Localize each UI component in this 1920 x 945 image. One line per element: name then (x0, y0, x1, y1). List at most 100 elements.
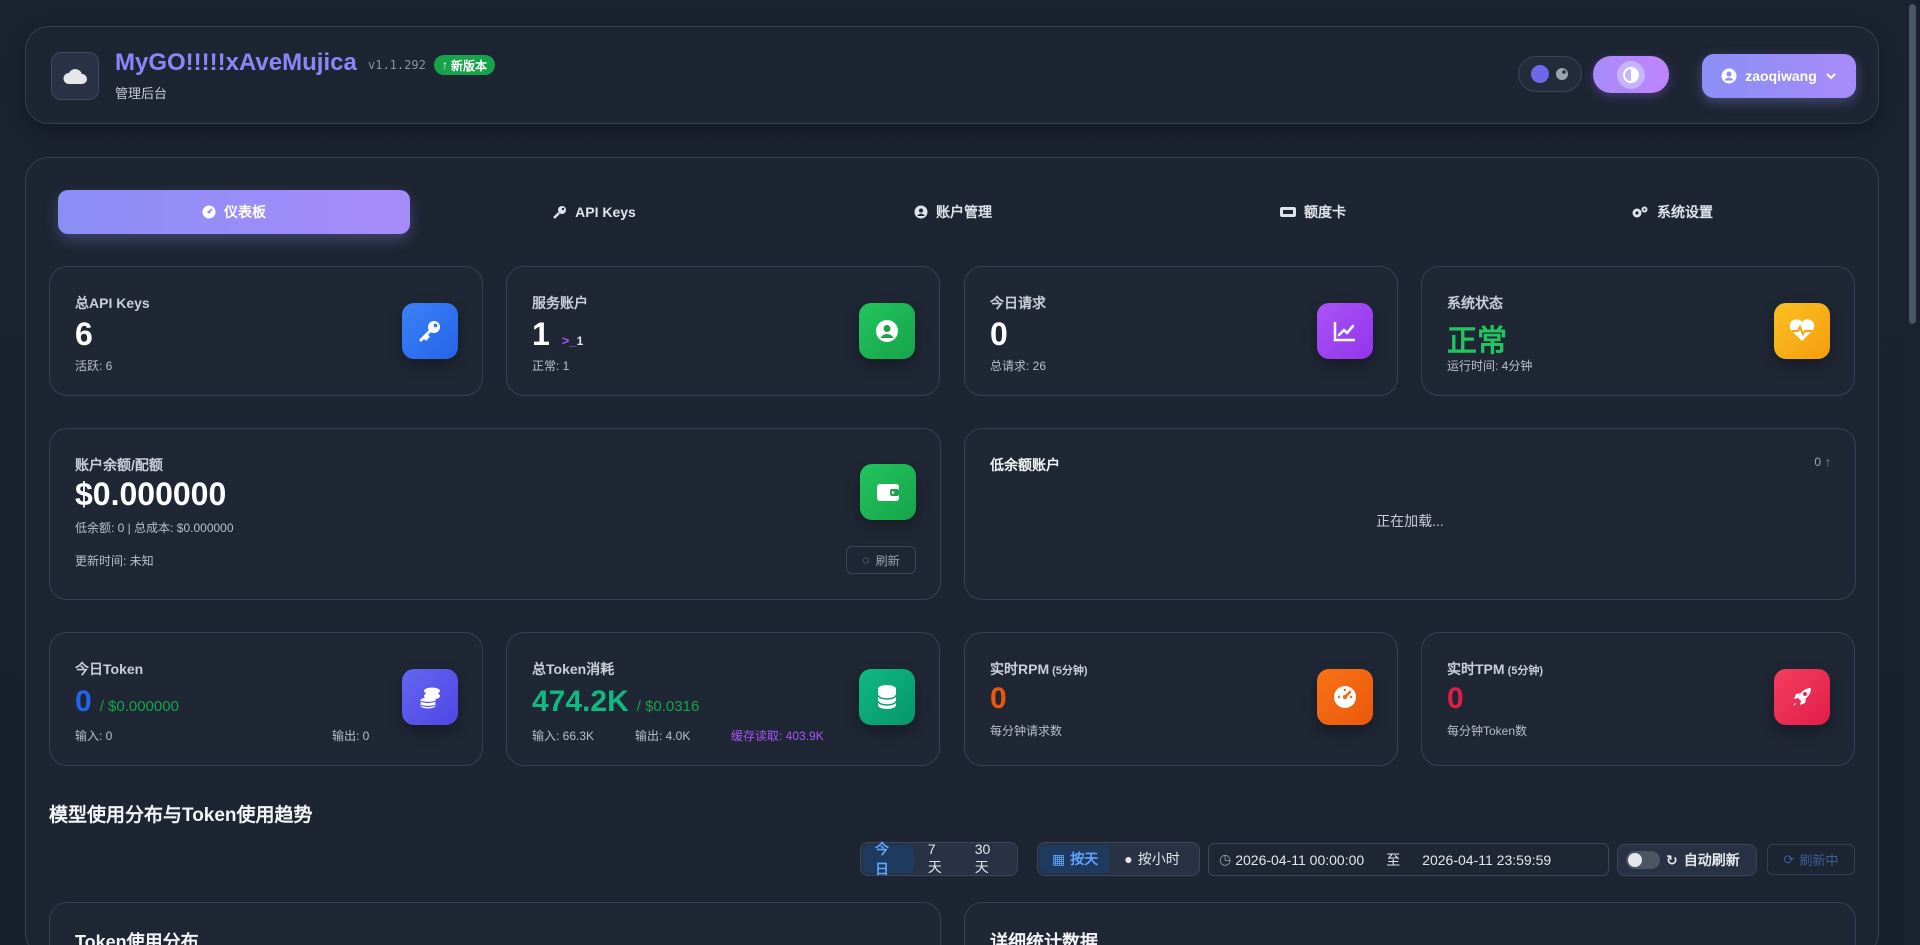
refresh-balance-button[interactable]: ◌ 刷新 (846, 546, 916, 574)
stat-label: 系统状态 (1447, 295, 1503, 311)
gears-icon (1632, 206, 1648, 218)
tab-accounts[interactable]: 账户管理 (777, 190, 1129, 234)
stat-value: 1 >_1 (532, 316, 584, 352)
auto-refresh-switch[interactable] (1626, 851, 1660, 869)
stat-label: 实时TPM (5分钟) (1447, 661, 1544, 677)
line-chart-icon (1317, 303, 1373, 359)
version-label: v1.1.292 (368, 58, 426, 72)
contrast-icon (1617, 60, 1645, 89)
auto-refresh-control[interactable]: ↻ 自动刷新 (1617, 844, 1757, 876)
wallet-icon (860, 464, 916, 520)
coins-icon (402, 669, 458, 725)
refreshing-button[interactable]: ⟳ 刷新中 (1767, 844, 1855, 875)
stat-label: 今日Token (75, 661, 144, 677)
rocket-icon (1774, 669, 1830, 725)
user-circle-icon (859, 303, 915, 359)
user-circle-icon (914, 205, 928, 219)
dashboard-icon (202, 205, 216, 219)
stat-card-service-accounts: 服务账户 1 >_1 正常: 1 (506, 266, 940, 396)
app-subtitle: 管理后台 (115, 86, 168, 101)
tab-quota-cards[interactable]: 额度卡 (1137, 190, 1489, 234)
loading-text: 正在加载... (1376, 513, 1444, 529)
granularity-hour[interactable]: ● 按小时 (1112, 845, 1191, 873)
status-value: 正常 (1447, 325, 1507, 358)
stat-card-api-keys: 总API Keys 6 活跃: 6 (49, 266, 483, 396)
stat-card-tpm: 实时TPM (5分钟) 0 每分钟Token数 (1421, 632, 1855, 766)
stat-card-today-token: 今日Token 0/ $0.000000 输入: 0 输出: 0 (49, 632, 483, 766)
nav-tabs: 仪表板 API Keys 账户管理 额度卡 系统设置 (58, 190, 1848, 234)
database-icon (859, 669, 915, 725)
token-distribution-card: Token使用分布 (49, 902, 941, 945)
app-header: MyGO!!!!!xAveMujica v1.1.292 ↑ 新版本 管理后台 … (25, 26, 1879, 124)
low-balance-count[interactable]: 0 ↑ (1814, 455, 1831, 469)
stat-label: 总API Keys (75, 295, 150, 311)
terminal-icon: >_ (561, 333, 577, 348)
stat-card-system-status: 系统状态 正常 运行时间: 4分钟 (1421, 266, 1855, 396)
refresh-icon: ↻ (1666, 851, 1678, 868)
key-icon (553, 205, 567, 219)
granularity-selector: ▦ 按天 ● 按小时 (1037, 842, 1200, 876)
scrollbar-thumb[interactable] (1909, 4, 1916, 324)
end-date[interactable]: 2026-04-11 23:59:59 (1422, 852, 1551, 868)
page-scrollbar[interactable] (1904, 0, 1920, 945)
stat-label: 服务账户 (532, 295, 588, 311)
tab-settings[interactable]: 系统设置 (1496, 190, 1848, 234)
stat-value: 0 (990, 682, 1007, 715)
cloud-logo-icon (51, 52, 99, 100)
start-date[interactable]: 2026-04-11 00:00:00 (1235, 852, 1364, 868)
dark-mode-toggle[interactable] (1593, 56, 1669, 93)
stat-sub: 活跃: 6 (75, 359, 113, 373)
balance-label: 账户余额/配额 (75, 457, 163, 473)
user-menu-button[interactable]: zaoqiwang (1702, 54, 1856, 98)
clock-icon: ● (1124, 851, 1133, 867)
range-7-days[interactable]: 7天 (916, 841, 961, 875)
heartbeat-icon (1774, 303, 1830, 359)
spinner-icon: ◌ (862, 553, 870, 567)
new-version-badge[interactable]: ↑ 新版本 (434, 55, 496, 75)
stat-sub: 运行时间: 4分钟 (1447, 359, 1533, 373)
auto-refresh-label: 自动刷新 (1683, 852, 1740, 868)
balance-detail: 低余额: 0 | 总成本: $0.000000 (75, 521, 234, 535)
chevron-down-icon (1826, 73, 1836, 80)
key-icon (402, 303, 458, 359)
granularity-day[interactable]: ▦ 按天 (1040, 845, 1111, 873)
range-today[interactable]: 今日 (863, 841, 914, 877)
tab-dashboard[interactable]: 仪表板 (58, 190, 410, 234)
cost-value: / $0.0316 (636, 698, 700, 715)
range-30-days[interactable]: 30天 (963, 841, 1015, 875)
trend-section-title: 模型使用分布与Token使用趋势 (49, 805, 313, 826)
palette-icon (1556, 68, 1568, 80)
stat-label: 今日请求 (990, 295, 1046, 311)
stat-sub: 正常: 1 (532, 359, 570, 373)
ticket-icon (1280, 207, 1296, 217)
low-balance-panel: 低余额账户 0 ↑ 正在加载... (964, 428, 1856, 600)
low-balance-title: 低余额账户 (990, 457, 1060, 473)
balance-panel: 账户余额/配额 $0.000000 低余额: 0 | 总成本: $0.00000… (49, 428, 941, 600)
output-value: 输出: 0 (332, 729, 370, 743)
stat-sub: 总请求: 26 (990, 359, 1047, 373)
input-value: 输入: 0 (75, 729, 113, 743)
sync-icon: ⟳ (1783, 851, 1795, 867)
stat-value: 6 (75, 316, 93, 352)
range-selector: 今日 7天 30天 (860, 841, 1018, 877)
stat-value: 0 (1447, 682, 1464, 715)
stat-card-total-token: 总Token消耗 474.2K / $0.0316 输入: 66.3K 输出: 4… (506, 632, 940, 766)
terminal-count: 1 (576, 334, 584, 348)
date-range-picker[interactable]: ◷ 2026-04-11 00:00:00 至 2026-04-11 23:59… (1208, 843, 1609, 876)
stat-card-today-requests: 今日请求 0 总请求: 26 (964, 266, 1398, 396)
date-separator: 至 (1386, 851, 1401, 868)
arrow-up-icon: ↑ (442, 58, 448, 72)
speedometer-icon (1317, 669, 1373, 725)
input-value: 输入: 66.3K (532, 729, 595, 743)
username: zaoqiwang (1745, 68, 1817, 84)
app-title: MyGO!!!!!xAveMujica (115, 49, 357, 76)
clock-icon: ◷ (1219, 851, 1232, 867)
stat-card-rpm: 实时RPM (5分钟) 0 每分钟请求数 (964, 632, 1398, 766)
tab-api-keys[interactable]: API Keys (418, 190, 770, 234)
stat-value: 0/ $0.000000 (75, 685, 179, 718)
color-theme-selector[interactable] (1518, 56, 1582, 92)
cost-value: / $0.000000 (99, 698, 179, 715)
stat-value: 474.2K / $0.0316 (532, 685, 700, 718)
balance-value: $0.000000 (75, 476, 227, 512)
theme-color-dot (1531, 65, 1549, 83)
